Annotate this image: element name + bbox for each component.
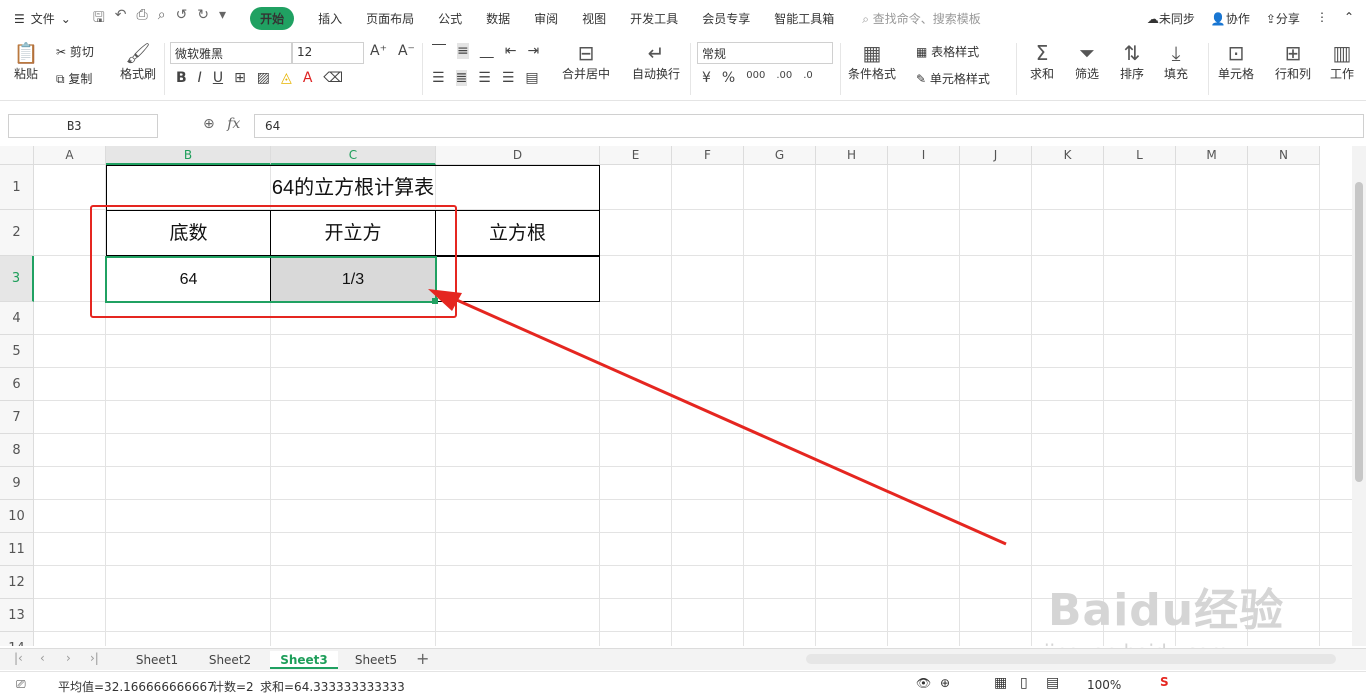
zoom-level[interactable]: 100% — [1087, 678, 1121, 692]
arrow-shaft — [449, 295, 1007, 546]
sogou-icon: S — [1160, 675, 1169, 689]
arrow-head — [428, 289, 462, 311]
sheet-tab-5[interactable]: Sheet5 — [344, 651, 408, 669]
vertical-scrollbar[interactable] — [1352, 146, 1366, 646]
add-sheet-icon[interactable]: + — [416, 649, 429, 668]
next-sheet-icon[interactable]: › — [66, 651, 71, 665]
split-icon[interactable]: ⊕ — [940, 676, 950, 690]
horizontal-scrollbar[interactable] — [806, 654, 1336, 664]
eye-protect-icon[interactable]: 👁 — [916, 676, 931, 690]
normal-view-icon[interactable]: ▦ — [994, 675, 1007, 691]
page-layout-view-icon[interactable]: ▯ — [1020, 675, 1028, 691]
status-average: 平均值=32.166666666667 — [58, 680, 215, 694]
sheet-tab-bar: |‹ ‹ › ›| Sheet1 Sheet2 Sheet3 Sheet5 + — [0, 648, 1366, 670]
sheet-tab-3[interactable]: Sheet3 — [270, 651, 338, 669]
page-break-view-icon[interactable]: ▤ — [1046, 675, 1059, 691]
sheet-tab-1[interactable]: Sheet1 — [124, 651, 190, 669]
scroll-thumb[interactable] — [1355, 182, 1363, 482]
status-sum: 求和=64.333333333333 — [260, 680, 405, 694]
prev-sheet-icon[interactable]: ‹ — [40, 651, 45, 665]
last-sheet-icon[interactable]: ›| — [90, 651, 99, 665]
macro-icon[interactable]: ⎚ — [16, 677, 26, 692]
status-count: 计数=2 — [212, 680, 254, 694]
status-bar: ⎚ 平均值=32.166666666667 计数=2 求和=64.3333333… — [0, 671, 1366, 698]
sheet-tab-2[interactable]: Sheet2 — [198, 651, 262, 669]
baidu-logo-watermark: Baidu经验 — [1048, 585, 1285, 636]
first-sheet-icon[interactable]: |‹ — [14, 651, 23, 665]
